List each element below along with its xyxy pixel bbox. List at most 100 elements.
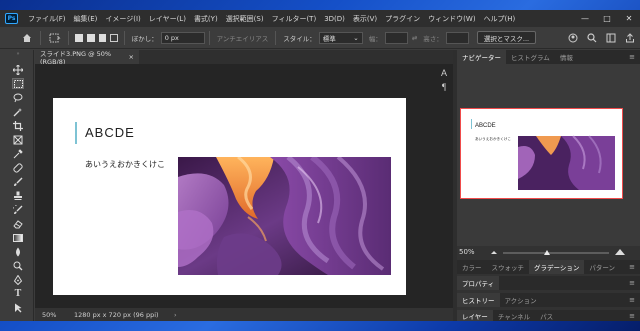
panel-menu-icon[interactable]: ≡ — [629, 312, 635, 320]
move-tool-icon[interactable] — [12, 64, 24, 75]
right-panels: ナビゲーター ヒストグラム 情報 ≡ ABCDE あいうえおかきくけこ 50% … — [457, 50, 640, 321]
select-and-mask-button[interactable]: 選択とマスク... — [476, 31, 537, 44]
tab-navigator[interactable]: ナビゲーター — [457, 50, 506, 64]
dodge-tool-icon[interactable] — [12, 260, 24, 271]
style-select[interactable]: 標準 ⌄ — [318, 31, 363, 44]
panel-collapse-icon[interactable]: » — [12, 51, 24, 57]
tab-channels[interactable]: チャンネル — [493, 310, 535, 321]
menu-plugins[interactable]: プラグイン — [381, 14, 424, 24]
style-select-value: 標準 — [322, 34, 336, 43]
menu-filter[interactable]: フィルター(T) — [268, 14, 321, 24]
status-menu-arrow[interactable]: › — [174, 311, 177, 319]
new-selection-icon[interactable] — [75, 33, 83, 42]
history-tabs: ヒストリー アクション ≡ — [457, 293, 640, 307]
workspace-icon[interactable] — [605, 31, 618, 45]
menu-type[interactable]: 書式(Y) — [190, 14, 222, 24]
search-icon[interactable] — [585, 31, 598, 45]
tab-patterns[interactable]: パターン — [584, 260, 620, 274]
panel-menu-icon[interactable]: ≡ — [629, 296, 635, 304]
menu-file[interactable]: ファイル(F) — [24, 14, 70, 24]
path-selection-tool-icon[interactable] — [12, 302, 24, 313]
feather-input[interactable]: 0 px — [160, 31, 205, 44]
brush-tool-icon[interactable] — [12, 176, 24, 187]
separator — [208, 30, 210, 45]
tab-color[interactable]: カラー — [457, 260, 487, 274]
chevron-down-icon: ⌄ — [353, 33, 359, 42]
character-panel-icon[interactable]: A — [439, 68, 449, 78]
type-tool-icon[interactable]: T — [12, 288, 24, 299]
blur-tool-icon[interactable] — [12, 246, 24, 257]
canvas-workspace[interactable]: ABCDE あいうえおかきくけこ — [35, 64, 453, 308]
menu-image[interactable]: イメージ(I) — [101, 14, 144, 24]
menu-view[interactable]: 表示(V) — [349, 14, 381, 24]
status-document-info: 1280 px x 720 px (96 ppi) — [74, 310, 159, 319]
tab-layers[interactable]: レイヤー — [457, 310, 493, 321]
separator — [275, 30, 277, 45]
clone-stamp-tool-icon[interactable] — [12, 190, 24, 201]
navigator-zoom-value[interactable]: 50% — [459, 248, 489, 256]
layers-tabs: レイヤー チャンネル パス ≡ — [457, 310, 640, 321]
navigator-thumbnail: ABCDE あいうえおかきくけこ — [461, 109, 622, 198]
healing-brush-tool-icon[interactable] — [12, 162, 24, 173]
menu-edit[interactable]: 編集(E) — [70, 14, 102, 24]
width-input[interactable] — [384, 31, 408, 44]
close-tab-icon[interactable]: × — [129, 53, 134, 61]
navigator-proxy-view[interactable]: ABCDE あいうえおかきくけこ — [460, 108, 623, 199]
maximize-button[interactable]: □ — [596, 10, 618, 27]
close-button[interactable]: ✕ — [618, 10, 640, 27]
navigator-thumb-text: あいうえおかきくけこ — [475, 136, 511, 141]
panel-menu-icon[interactable]: ≡ — [629, 53, 635, 61]
gradient-tool-icon[interactable] — [12, 232, 24, 243]
marquee-tool-icon[interactable] — [12, 78, 24, 89]
menu-3d[interactable]: 3D(D) — [320, 15, 349, 23]
slide-accent-bar — [75, 122, 77, 144]
pen-tool-icon[interactable] — [12, 274, 24, 285]
panel-menu-icon[interactable]: ≡ — [629, 263, 635, 271]
tab-gradients[interactable]: グラデーション — [529, 260, 585, 274]
eyedropper-tool-icon[interactable] — [12, 148, 24, 159]
slide-body-text: あいうえおかきくけこ — [85, 160, 165, 169]
color-tabs: カラー スウォッチ グラデーション パターン ≡ — [457, 260, 640, 274]
zoom-in-icon — [615, 249, 625, 255]
marquee-tool-preset-icon[interactable] — [48, 31, 61, 45]
history-brush-tool-icon[interactable] — [12, 204, 24, 215]
slide-canvas[interactable]: ABCDE あいうえおかきくけこ — [53, 98, 406, 295]
document-tab[interactable]: スライド3.PNG @ 50% (RGB/8) × — [35, 50, 139, 66]
lasso-tool-icon[interactable] — [12, 92, 24, 103]
add-selection-icon[interactable] — [86, 33, 95, 42]
panel-menu-icon[interactable]: ≡ — [629, 279, 635, 287]
document-area: スライド3.PNG @ 50% (RGB/8) × ABCDE あいうえおかきく… — [35, 50, 453, 321]
menu-help[interactable]: ヘルプ(H) — [480, 14, 520, 24]
crop-tool-icon[interactable] — [12, 120, 24, 131]
home-icon[interactable] — [20, 31, 33, 45]
antialias-checkbox[interactable]: アンチエイリアス — [217, 33, 269, 43]
status-zoom[interactable]: 50% — [42, 311, 74, 319]
panel-icon-column: A ¶ — [437, 68, 451, 108]
intersect-selection-icon[interactable] — [110, 33, 118, 42]
tab-actions[interactable]: アクション — [500, 293, 542, 307]
slide-photo-image — [178, 157, 391, 275]
share-icon[interactable] — [624, 31, 637, 45]
paragraph-panel-icon[interactable]: ¶ — [439, 82, 449, 92]
account-icon[interactable] — [566, 31, 579, 45]
tab-paths[interactable]: パス — [535, 310, 558, 321]
tab-properties[interactable]: プロパティ — [457, 276, 500, 290]
navigator-thumb-title: ABCDE — [475, 123, 496, 129]
minimize-button[interactable]: — — [574, 10, 596, 27]
navigator-zoom-slider[interactable] — [489, 246, 639, 258]
menu-select[interactable]: 選択範囲(S) — [222, 14, 268, 24]
subtract-selection-icon[interactable] — [98, 33, 107, 42]
tab-info[interactable]: 情報 — [555, 50, 578, 64]
tab-history[interactable]: ヒストリー — [457, 293, 500, 307]
magic-wand-tool-icon[interactable] — [12, 106, 24, 117]
eraser-tool-icon[interactable] — [12, 218, 24, 229]
height-input[interactable] — [445, 31, 469, 44]
frame-tool-icon[interactable] — [12, 134, 24, 145]
swap-icon[interactable]: ⇄ — [412, 34, 417, 42]
feather-label: ぼかし： — [131, 34, 158, 43]
tab-histogram[interactable]: ヒストグラム — [506, 50, 555, 64]
menu-window[interactable]: ウィンドウ(W) — [424, 14, 479, 24]
menu-layer[interactable]: レイヤー(L) — [145, 14, 190, 24]
navigator-panel: ABCDE あいうえおかきくけこ — [457, 64, 640, 246]
tab-swatches[interactable]: スウォッチ — [487, 260, 530, 274]
